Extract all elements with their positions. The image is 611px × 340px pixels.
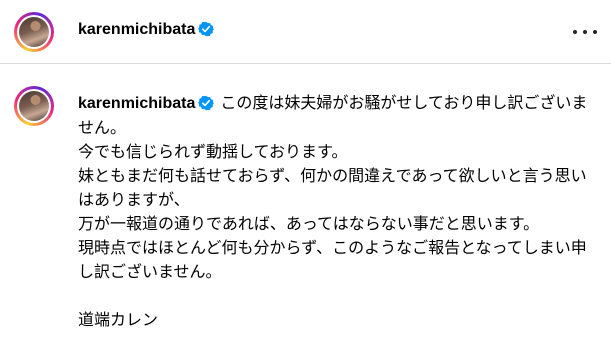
more-dot xyxy=(583,30,587,34)
caption-avatar[interactable] xyxy=(14,86,54,126)
avatar-image xyxy=(19,17,49,47)
header-username-text[interactable]: karenmichibata xyxy=(78,21,195,38)
caption-text: この度は妹夫婦がお騒がせしており申し訳ございません。 今でも信じられず動揺してお… xyxy=(78,93,588,329)
avatar-image xyxy=(19,91,49,121)
more-dot xyxy=(573,30,577,34)
more-options-icon[interactable] xyxy=(573,24,597,40)
caption-username[interactable]: karenmichibata xyxy=(78,95,215,112)
avatar-border xyxy=(17,15,51,49)
more-dot xyxy=(593,30,597,34)
caption: karenmichibata この度は妹夫婦がお騒がせしており申し訳ございません… xyxy=(78,91,598,332)
header-username[interactable]: karenmichibata xyxy=(78,21,215,39)
verified-badge-icon xyxy=(198,21,215,37)
avatar-border xyxy=(17,89,51,123)
profile-avatar[interactable] xyxy=(14,12,54,52)
post-header: karenmichibata xyxy=(0,0,611,64)
verified-badge-icon xyxy=(198,95,215,111)
caption-username-text[interactable]: karenmichibata xyxy=(78,95,195,112)
